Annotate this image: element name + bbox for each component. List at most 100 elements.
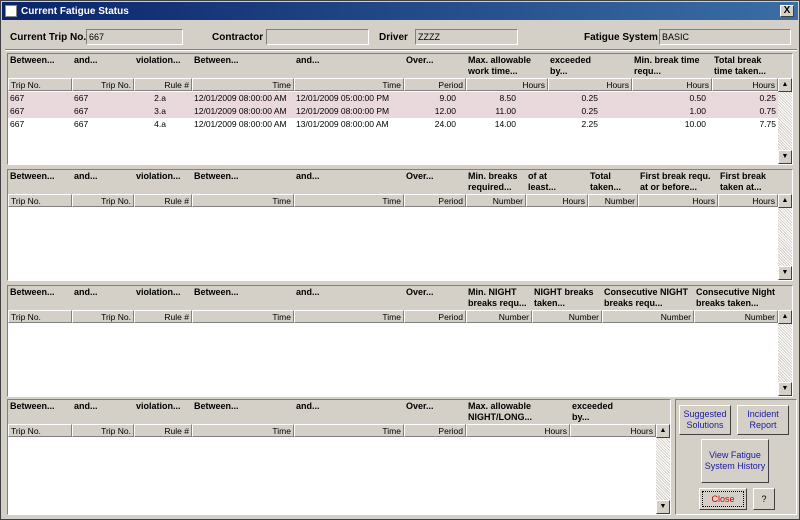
panel1-column-header: Trip No. xyxy=(8,78,72,91)
fatigue-system-field[interactable]: BASIC xyxy=(659,29,791,45)
table-cell: 7.75 xyxy=(759,119,776,129)
table-cell: 667 xyxy=(74,93,89,103)
panel3-column-header: Number xyxy=(466,310,532,323)
fatigue-system-label: Fatigue System xyxy=(584,31,658,43)
panel2-group-header: violation... xyxy=(136,171,181,181)
panel1-column-header: Hours xyxy=(632,78,712,91)
trip-no-label: Current Trip No. xyxy=(10,31,87,43)
window-title: Current Fatigue Status xyxy=(21,5,129,17)
panel1-group-header: Min. break time requ... xyxy=(634,55,700,76)
panel4-scrollbar[interactable]: ▲ ▼ xyxy=(656,424,670,514)
panel3-column-headers: Trip No. Trip No. Rule # Time Time Period Numb… xyxy=(8,310,778,323)
panel1-grid[interactable]: 667 667 2.a 12/01/2009 08:00:00 AM 12/01/200… xyxy=(8,91,778,164)
panel1-column-header: Rule # xyxy=(134,78,192,91)
panel2-column-header: Time xyxy=(192,194,294,207)
panel1-column-headers: Trip No. Trip No. Rule # Time Time Period Hour… xyxy=(8,78,778,91)
table-cell: 10.00 xyxy=(684,119,706,129)
table-row[interactable]: 667 667 3.a 12/01/2009 08:00:00 AM 12/01/200… xyxy=(8,105,778,118)
table-row[interactable]: 667 667 2.a 12/01/2009 08:00:00 AM 12/01/200… xyxy=(8,92,778,105)
table-cell: 9.00 xyxy=(439,93,456,103)
scroll-up-icon[interactable]: ▲ xyxy=(656,424,670,438)
table-cell: 0.75 xyxy=(759,106,776,116)
panel1-group-header: Max. allowable work time... xyxy=(468,55,532,76)
panel2-column-header: Number xyxy=(588,194,638,207)
panel2-column-headers: Trip No. Trip No. Rule # Time Time Period Numb… xyxy=(8,194,778,207)
scroll-down-icon[interactable]: ▼ xyxy=(656,500,670,514)
panel4-group-header: exceeded by... xyxy=(572,401,614,422)
panel3-grid[interactable] xyxy=(8,323,778,396)
panel1-column-header: Hours xyxy=(712,78,778,91)
panel2-group-header: and... xyxy=(296,171,320,181)
panel4-column-header: Period xyxy=(404,424,466,437)
driver-field[interactable]: ZZZZ xyxy=(415,29,518,45)
panel1-group-header: Between... xyxy=(194,55,239,65)
table-cell: 12/01/2009 08:00:00 AM xyxy=(194,93,287,103)
panel4-column-header: Trip No. xyxy=(8,424,72,437)
table-cell: 2.25 xyxy=(581,119,598,129)
table-cell: 12/01/2009 08:00:00 PM xyxy=(296,106,390,116)
table-cell: 0.25 xyxy=(759,93,776,103)
table-cell: 24.00 xyxy=(434,119,456,129)
panel2-column-header: Period xyxy=(404,194,466,207)
panel1-group-header: Over... xyxy=(406,55,434,65)
scroll-down-icon[interactable]: ▼ xyxy=(778,266,792,280)
app-icon xyxy=(5,5,17,17)
scroll-down-icon[interactable]: ▼ xyxy=(778,150,792,164)
panel3-column-header: Trip No. xyxy=(8,310,72,323)
panel2-column-header: Hours xyxy=(718,194,778,207)
scroll-up-icon[interactable]: ▲ xyxy=(778,310,792,324)
panel1-column-header: Time xyxy=(192,78,294,91)
table-cell: 12/01/2009 05:00:00 PM xyxy=(296,93,390,103)
panel3-group-header: Min. NIGHT breaks requ... xyxy=(468,287,527,308)
incident-report-button[interactable]: Incident Report xyxy=(737,405,789,435)
panel4-column-header: Hours xyxy=(466,424,570,437)
window-close-button[interactable]: X xyxy=(780,5,794,17)
panel2-column-header: Trip No. xyxy=(8,194,72,207)
panel2-column-header: Hours xyxy=(638,194,718,207)
help-button[interactable]: ? xyxy=(753,488,775,510)
table-cell: 11.00 xyxy=(495,106,516,116)
panel4-group-header: Between... xyxy=(10,401,55,411)
table-cell: 0.25 xyxy=(581,106,598,116)
contractor-label: Contractor xyxy=(212,31,264,43)
table-row[interactable]: 667 667 4.a 12/01/2009 08:00:00 AM 13/01/200… xyxy=(8,118,778,131)
panel1-group-headers: Between... and... violation... Between... an… xyxy=(8,54,778,78)
table-cell: 667 xyxy=(74,119,89,129)
panel4-group-header: and... xyxy=(74,401,98,411)
panel1-column-header: Hours xyxy=(466,78,548,91)
scroll-up-icon[interactable]: ▲ xyxy=(778,78,792,92)
scroll-down-icon[interactable]: ▼ xyxy=(778,382,792,396)
panel1-group-header: exceeded by... xyxy=(550,55,592,76)
driver-label: Driver xyxy=(379,31,408,43)
panel4-grid[interactable] xyxy=(8,437,656,514)
panel4-column-header: Hours xyxy=(570,424,656,437)
panel3-scrollbar[interactable]: ▲ ▼ xyxy=(778,310,792,396)
panel4-group-headers: Between... and... violation... Between... an… xyxy=(8,400,656,424)
view-history-button[interactable]: View Fatigue System History xyxy=(701,439,769,483)
close-button[interactable]: Close xyxy=(699,488,747,510)
panel3-group-header: Consecutive NIGHT breaks requ... xyxy=(604,287,689,308)
panel3-group-header: violation... xyxy=(136,287,181,297)
panel2-grid[interactable] xyxy=(8,207,778,280)
panel4-column-header: Trip No. xyxy=(72,424,134,437)
panel4-group-header: Max. allowable NIGHT/LONG... xyxy=(468,401,532,422)
panel2-column-header: Trip No. xyxy=(72,194,134,207)
contractor-field[interactable] xyxy=(266,29,369,45)
suggested-solutions-button[interactable]: Suggested Solutions xyxy=(679,405,731,435)
table-cell: 3.a xyxy=(154,106,166,116)
panel3-group-header: and... xyxy=(74,287,98,297)
panel2-column-header: Rule # xyxy=(134,194,192,207)
table-cell: 12/01/2009 08:00:00 AM xyxy=(194,119,287,129)
panel1-scrollbar[interactable]: ▲ ▼ xyxy=(778,78,792,164)
panel3-group-header: Consecutive Night breaks taken... xyxy=(696,287,776,308)
trip-no-field[interactable]: 667 xyxy=(86,29,183,45)
panel3-column-header: Number xyxy=(602,310,694,323)
table-cell: 4.a xyxy=(154,119,166,129)
panel3-column-header: Number xyxy=(694,310,778,323)
table-cell: 667 xyxy=(10,106,25,116)
panel1-column-header: Time xyxy=(294,78,404,91)
panel1-group-header: and... xyxy=(74,55,98,65)
panel2-scrollbar[interactable]: ▲ ▼ xyxy=(778,194,792,280)
panel3-group-headers: Between... and... violation... Between... an… xyxy=(8,286,778,310)
scroll-up-icon[interactable]: ▲ xyxy=(778,194,792,208)
